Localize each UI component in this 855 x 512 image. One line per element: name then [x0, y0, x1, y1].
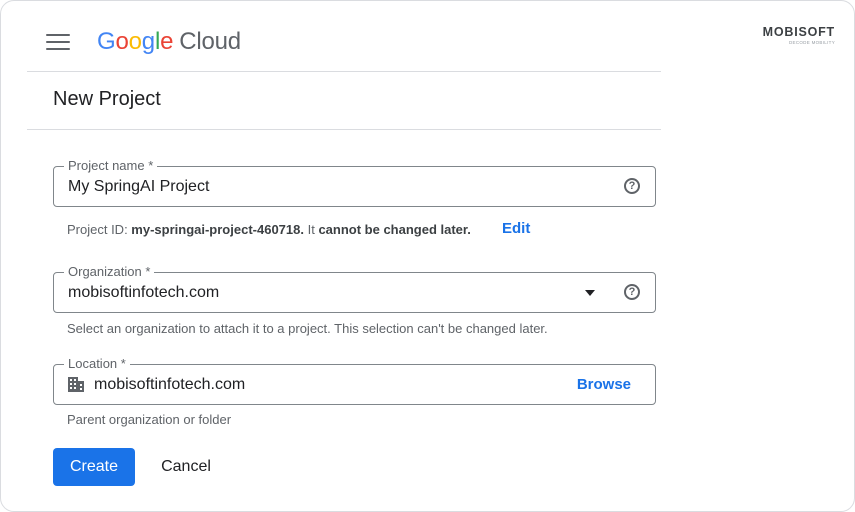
location-hint: Parent organization or folder [67, 412, 232, 427]
help-circle-icon[interactable]: ? [624, 178, 640, 194]
organization-hint: Select an organization to attach it to a… [67, 321, 548, 336]
organization-label: Organization * [64, 264, 155, 280]
logo-product-name: Cloud [179, 28, 241, 55]
logo-letter: o [128, 28, 142, 55]
location-value: mobisoftinfotech.com [94, 376, 246, 393]
building-icon [68, 377, 84, 392]
app-window: Google Cloud MOBISOFT DECODE MOBILITY New… [0, 0, 855, 512]
create-button[interactable]: Create [53, 448, 135, 486]
logo-letter: e [160, 28, 174, 55]
logo-letter: G [97, 28, 116, 55]
organization-value: mobisoftinfotech.com [68, 284, 220, 301]
google-cloud-logo[interactable]: Google Cloud [97, 28, 241, 56]
brand-tagline: DECODE MOBILITY [788, 40, 835, 45]
location-label: Location * [64, 356, 130, 372]
page-title: New Project [53, 88, 161, 110]
header-divider [27, 71, 661, 72]
logo-letter: g [141, 28, 155, 55]
logo-letter: o [115, 28, 129, 55]
project-name-field[interactable]: Project name * ? [53, 158, 656, 207]
project-id-value: my-springai-project-460718. [131, 222, 304, 237]
edit-project-id-link[interactable]: Edit [502, 220, 530, 237]
browse-button[interactable]: Browse [577, 376, 631, 393]
mobisoft-watermark: MOBISOFT DECODE MOBILITY [761, 25, 835, 45]
hint-middle: It [303, 222, 319, 237]
title-divider [27, 129, 661, 130]
help-circle-icon[interactable]: ? [624, 284, 640, 300]
project-name-input[interactable] [68, 178, 588, 196]
caret-down-icon[interactable] [585, 290, 595, 296]
hint-prefix: Project ID: [67, 222, 132, 237]
cancel-button[interactable]: Cancel [145, 448, 227, 486]
hint-warning: cannot be changed later. [318, 222, 471, 237]
project-name-label: Project name * [64, 158, 158, 174]
project-id-hint: Project ID: my-springai-project-460718. … [67, 222, 471, 237]
location-field[interactable]: Location * mobisoftinfotech.com Browse [53, 356, 656, 405]
organization-select[interactable]: Organization * mobisoftinfotech.com ? [53, 264, 656, 313]
brand-name: MOBISOFT [762, 25, 835, 39]
hamburger-menu-icon[interactable] [46, 34, 70, 52]
